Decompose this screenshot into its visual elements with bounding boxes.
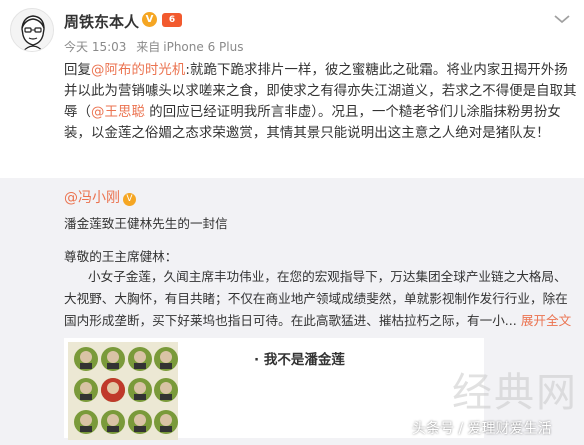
author-avatar[interactable] [10, 8, 54, 52]
letter-title: 潘金莲致王健林先生的一封信 [64, 216, 228, 231]
repost-author[interactable]: @冯小刚 V [64, 187, 136, 207]
mention-link[interactable]: @王思聪 [91, 105, 145, 120]
watermark-small: 头条号 / 爱理财爱生活 [412, 421, 552, 437]
verified-badge-icon: V [142, 12, 157, 27]
weibo-post: 周铁东本人 V 6 今天 15:03 来自 iPhone 6 Plus 回复@阿布… [0, 0, 584, 445]
verified-badge-icon: V [123, 193, 136, 206]
repost-author-name[interactable]: @冯小刚 [64, 190, 120, 206]
card-title[interactable]: · 我不是潘金莲 [254, 348, 345, 368]
source-prefix: 来自 [136, 40, 161, 54]
movie-poster-thumbnail[interactable] [68, 342, 178, 440]
post-text: 回复@阿布的时光机:就跪下跪求排片一样，彼之蜜糖此之砒霜。将业内家丑揭开外扬并以… [64, 60, 579, 144]
vip-badge-icon: 6 [162, 13, 182, 27]
author-name[interactable]: 周铁东本人 [64, 11, 139, 32]
mention-link[interactable]: @阿布的时光机 [91, 63, 185, 78]
expand-full-text-link[interactable]: 展开全文 [521, 313, 571, 328]
letter-salutation: 尊敬的王主席健林： [64, 249, 178, 264]
post-source: iPhone 6 Plus [163, 40, 244, 54]
post-meta: 今天 15:03 来自 iPhone 6 Plus [64, 38, 243, 55]
post-timestamp[interactable]: 今天 15:03 [64, 40, 126, 54]
more-options-icon[interactable] [552, 12, 572, 26]
letter-body-text: 小女子金莲，久闻主席丰功伟业，在您的宏观指导下，万达集团全球产业链之大格局、大视… [64, 269, 568, 328]
watermark-large: 经典网 [452, 370, 578, 416]
post-text-part: 回复 [64, 63, 91, 78]
